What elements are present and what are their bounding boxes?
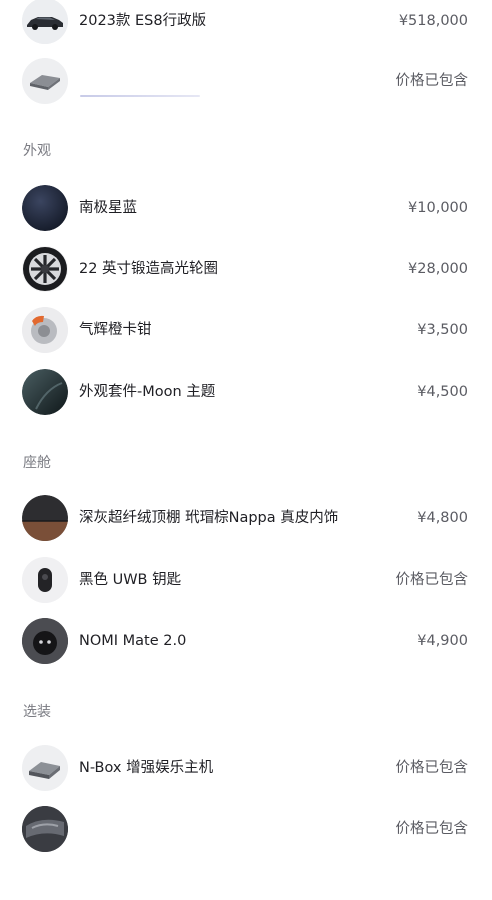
battery-pack-icon <box>22 58 68 104</box>
list-item[interactable]: N-Box 增强娱乐主机 价格已包含 <box>0 738 492 798</box>
list-item[interactable]: 深灰超纤绒顶棚 玳瑁棕Nappa 真皮内饰 ¥4,800 <box>0 488 492 548</box>
paint-swatch-icon <box>22 185 68 231</box>
item-name: NOMI Mate 2.0 <box>79 633 187 649</box>
item-name: 外观套件-Moon 主题 <box>79 384 216 400</box>
item-price: ¥4,900 <box>417 633 468 649</box>
exterior-kit-icon <box>22 369 68 415</box>
item-price: ¥28,000 <box>408 261 468 277</box>
section-title-options: 选装 <box>23 704 51 720</box>
vehicle-row[interactable]: 2023款 ES8行政版 ¥518,000 <box>0 0 492 51</box>
list-item[interactable]: 外观套件-Moon 主题 ¥4,500 <box>0 362 492 422</box>
item-name: 深灰超纤绒顶棚 玳瑁棕Nappa 真皮内饰 <box>79 510 339 526</box>
list-item[interactable]: NOMI Mate 2.0 ¥4,900 <box>0 611 492 671</box>
vehicle-price: ¥518,000 <box>398 13 468 29</box>
item-price: ¥3,500 <box>417 322 468 338</box>
interior-swatch-icon <box>22 495 68 541</box>
wheel-icon <box>22 246 68 292</box>
list-item[interactable]: 22 英寸锻造高光轮圈 ¥28,000 <box>0 239 492 299</box>
section-title-exterior: 外观 <box>23 143 51 159</box>
accessory-icon <box>22 806 68 852</box>
item-price: 价格已包含 <box>395 821 469 837</box>
list-item[interactable]: 黑色 UWB 钥匙 价格已包含 <box>0 550 492 610</box>
item-price: ¥4,800 <box>417 510 468 526</box>
vehicle-name: 2023款 ES8行政版 <box>79 13 207 29</box>
item-name: 黑色 UWB 钥匙 <box>79 572 182 588</box>
key-fob-icon <box>22 557 68 603</box>
item-name: 气辉橙卡钳 <box>79 322 152 338</box>
included-item-price: 价格已包含 <box>395 73 469 89</box>
included-item-row[interactable]: 价格已包含 <box>0 51 492 111</box>
item-price: 价格已包含 <box>395 572 469 588</box>
nomi-icon <box>22 618 68 664</box>
item-name-placeholder-line <box>80 95 200 97</box>
n-box-icon <box>22 745 68 791</box>
list-item[interactable]: 价格已包含 <box>0 799 492 859</box>
item-name: 22 英寸锻造高光轮圈 <box>79 261 219 277</box>
list-item[interactable]: 气辉橙卡钳 ¥3,500 <box>0 300 492 360</box>
item-price: ¥4,500 <box>417 384 468 400</box>
item-name: 南极星蓝 <box>79 200 137 216</box>
item-price: 价格已包含 <box>395 760 469 776</box>
car-thumbnail-icon <box>22 0 68 44</box>
section-title-cabin: 座舱 <box>23 455 51 471</box>
item-price: ¥10,000 <box>408 200 468 216</box>
list-item[interactable]: 南极星蓝 ¥10,000 <box>0 178 492 238</box>
item-name: N-Box 增强娱乐主机 <box>79 760 214 776</box>
brake-caliper-icon <box>22 307 68 353</box>
